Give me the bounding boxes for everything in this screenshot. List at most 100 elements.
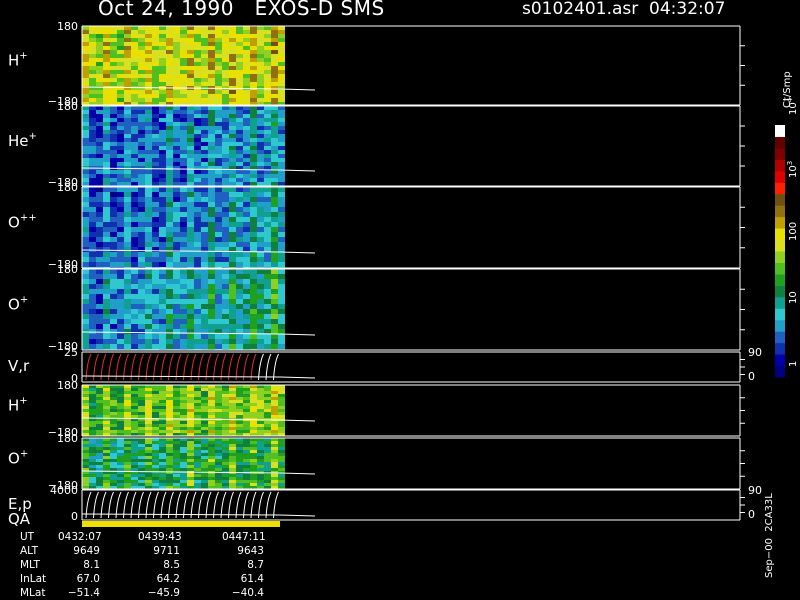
spectrogram-cell [243, 126, 250, 130]
spectrogram-cell [159, 110, 166, 114]
spectrogram-cell [201, 178, 208, 182]
spectrogram-cell [201, 394, 208, 397]
spectrogram-cell [166, 54, 173, 58]
spectrogram-cell [180, 394, 187, 397]
spectrogram-cell [243, 444, 250, 447]
spectrogram-cell [117, 400, 124, 403]
spectrogram-cell [250, 456, 257, 459]
spectrogram-cell [180, 409, 187, 412]
spectrogram-cell [236, 54, 243, 58]
spectrogram-cell [229, 284, 236, 289]
spectrogram-cell [173, 78, 180, 82]
spectrogram-cell [250, 222, 257, 227]
spectrogram-cell [82, 319, 89, 324]
spectrogram-cell [180, 98, 187, 102]
spectrogram-cell [264, 344, 271, 349]
spectrogram-cell [96, 232, 103, 237]
spectrogram-cell [145, 170, 152, 174]
spectrogram-cell [194, 289, 201, 294]
orbit-row: InLat 67.0 64.2 61.4 [0, 572, 300, 586]
spectrogram-cell [180, 94, 187, 98]
qa-bar [82, 521, 280, 527]
spectrogram-cell [89, 394, 96, 397]
spectrogram-cell [264, 388, 271, 391]
spectrogram-cell [145, 453, 152, 456]
spectrogram-cell [187, 319, 194, 324]
spectrogram-cell [229, 324, 236, 329]
spectrogram-cell [89, 212, 96, 217]
spectrogram-cell [145, 34, 152, 38]
spectrogram-cell [271, 207, 278, 212]
spectrogram-cell [131, 138, 138, 142]
spectrogram-cell [229, 192, 236, 197]
spectrogram-cell [110, 207, 117, 212]
spectrogram-cell [89, 465, 96, 468]
spectrogram-cell [103, 170, 110, 174]
spectrogram-cell [103, 34, 110, 38]
spectrogram-cell [194, 262, 201, 267]
spectrogram-cell [103, 441, 110, 444]
spectrogram-cell [117, 212, 124, 217]
spectrogram-cell [117, 217, 124, 222]
spectrogram-cell [131, 62, 138, 66]
spectrogram-cell [208, 222, 215, 227]
spectrogram-cell [257, 86, 264, 90]
spectrogram-cell [173, 58, 180, 62]
spectrogram-cell [271, 150, 278, 154]
spectrogram-cell [194, 339, 201, 344]
spectrogram-cell [229, 294, 236, 299]
sweep-curve [235, 353, 242, 381]
spectrogram-cell [264, 444, 271, 447]
spectrogram-cell [201, 441, 208, 444]
spectrogram-cell [194, 90, 201, 94]
spectrogram-cell [138, 202, 145, 207]
spectrogram-cell [229, 232, 236, 237]
spectrogram-cell [222, 465, 229, 468]
spectrogram-cell [131, 217, 138, 222]
spectrogram-cell [243, 334, 250, 339]
spectrogram-cell [152, 110, 159, 114]
spectrogram-cell [229, 424, 236, 427]
spectrogram-cell [117, 182, 124, 186]
spectrogram-cell [236, 126, 243, 130]
spectrogram-cell [229, 138, 236, 142]
spectrogram-cell [166, 344, 173, 349]
spectrogram-cell [103, 134, 110, 138]
spectrogram-cell [96, 94, 103, 98]
sweep-curve [205, 491, 212, 519]
spectrogram-cell [138, 415, 145, 418]
spectrogram-cell [271, 74, 278, 78]
spectrogram-cell [243, 294, 250, 299]
spectrogram-cell [180, 465, 187, 468]
panel-label-he1: He+ [8, 131, 37, 150]
spectrogram-cell [215, 34, 222, 38]
spectrogram-cell [201, 339, 208, 344]
spectrogram-cell [117, 58, 124, 62]
spectrogram-cell [278, 274, 285, 279]
spectrogram-cell [96, 114, 103, 118]
spectrogram-cell [229, 441, 236, 444]
spectrogram-cell [103, 474, 110, 477]
spectrogram-cell [201, 74, 208, 78]
spectrogram-cell [110, 90, 117, 94]
spectrogram-cell [257, 427, 264, 430]
spectrogram-cell [152, 269, 159, 274]
spectrogram-cell [82, 174, 89, 178]
spectrogram-cell [152, 324, 159, 329]
spectrogram-cell [271, 289, 278, 294]
spectrogram-cell [229, 242, 236, 247]
spectrogram-cell [264, 158, 271, 162]
spectrogram-cell [208, 269, 215, 274]
spectrogram-cell [264, 130, 271, 134]
spectrogram-cell [187, 450, 194, 453]
spectrogram-cell [82, 269, 89, 274]
spectrogram-cell [243, 30, 250, 34]
spectrogram-cell [215, 94, 222, 98]
spectrogram-cell [152, 252, 159, 257]
spectrogram-cell [278, 412, 285, 415]
spectrogram-cell [103, 82, 110, 86]
spectrogram-cell [145, 38, 152, 42]
spectrogram-cell [236, 30, 243, 34]
spectrogram-cell [250, 187, 257, 192]
spectrogram-cell [180, 30, 187, 34]
